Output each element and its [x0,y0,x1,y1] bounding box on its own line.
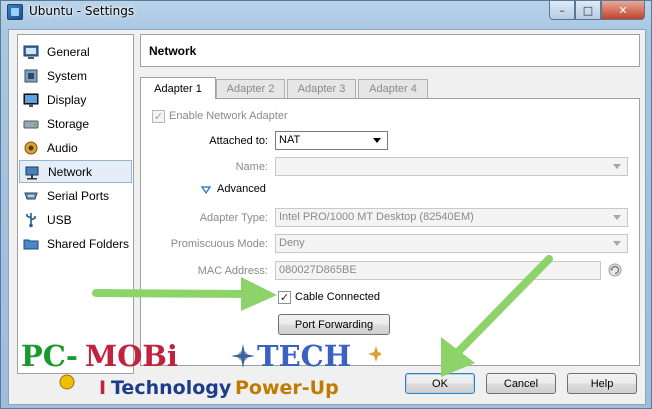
minimize-button[interactable]: – [549,1,575,20]
serial-ports-icon [23,188,39,204]
tab-adapter-3[interactable]: Adapter 3 [287,79,356,98]
sidebar-item-label: Serial Ports [47,188,110,203]
sidebar-item-label: Audio [47,140,78,155]
attached-to-label: Attached to: [209,135,268,147]
watermark-logo: PC- MOBi TECH I Technology Power-Up [21,336,384,406]
chevron-down-icon [613,241,621,246]
sidebar-item-label: Shared Folders [47,236,130,251]
sidebar-item-network[interactable]: Network [19,160,132,183]
svg-text:TECH: TECH [257,339,351,373]
tab-adapter-1[interactable]: Adapter 1 [140,77,216,99]
sidebar-item-shared-folders[interactable]: Shared Folders [19,232,132,255]
cable-connected-checkbox[interactable]: ✓ [278,291,291,304]
chevron-down-icon [373,138,381,143]
sidebar-item-label: Storage [47,116,90,131]
advanced-label: Advanced [217,183,266,195]
adapter-type-label: Adapter Type: [199,212,268,224]
title-bar[interactable]: Ubuntu - Settings – □ ✕ [1,1,651,23]
page-title: Network [149,44,197,58]
attached-to-select[interactable]: NAT [275,131,388,150]
sidebar-item-display[interactable]: Display [19,88,132,111]
watermark-logo-image: PC- MOBi TECH I Technology Power-Up [21,339,384,399]
svg-text:Technology: Technology [111,377,232,399]
mac-address-label: MAC Address: [197,265,268,277]
port-forwarding-button[interactable]: Port Forwarding [278,314,390,335]
help-button[interactable]: Help [567,373,637,394]
cancel-button[interactable]: Cancel [486,373,556,394]
sidebar-item-system[interactable]: System [19,64,132,87]
expand-triangle-icon [201,186,211,194]
chevron-down-icon [613,215,621,220]
attached-to-value: NAT [279,134,301,146]
svg-text:MOBi: MOBi [85,339,178,373]
network-icon [24,164,40,180]
sidebar-item-audio[interactable]: Audio [19,136,132,159]
sidebar-item-label: USB [47,212,72,227]
usb-icon [23,212,39,228]
tab-adapter-4[interactable]: Adapter 4 [358,79,428,98]
cable-connected-label: Cable Connected [295,291,381,303]
enable-adapter-label: Enable Network Adapter [169,110,288,122]
adapter-type-value: Intel PRO/1000 MT Desktop (82540EM) [279,211,474,223]
virtualbox-app-icon [7,4,23,20]
general-icon [23,44,39,60]
settings-window: Ubuntu - Settings – □ ✕ General System D… [0,0,652,409]
adapter-panel: ✓ Enable Network Adapter Attached to: NA… [140,98,640,366]
window-controls: – □ ✕ [549,1,645,20]
close-button[interactable]: ✕ [601,1,645,20]
promiscuous-mode-label: Promiscuous Mode: [170,238,268,250]
chevron-down-icon [613,164,621,169]
settings-sidebar: General System Display Storage Audio Net… [17,34,134,374]
sidebar-item-general[interactable]: General [19,40,132,63]
shared-folders-icon [23,236,39,252]
sidebar-item-label: Network [48,164,93,179]
advanced-toggle[interactable]: Advanced [201,182,281,198]
maximize-button[interactable]: □ [575,1,601,20]
adapter-type-select[interactable]: Intel PRO/1000 MT Desktop (82540EM) [275,208,628,227]
sidebar-item-storage[interactable]: Storage [19,112,132,135]
sidebar-item-serial-ports[interactable]: Serial Ports [19,184,132,207]
name-label: Name: [235,161,268,173]
svg-text:Power-Up: Power-Up [235,377,339,399]
system-icon [23,68,39,84]
mac-address-input[interactable]: 080027D865BE [275,261,601,280]
window-title: Ubuntu - Settings [29,4,135,18]
audio-icon [23,140,39,156]
enable-adapter-checkbox[interactable]: ✓ [152,110,165,123]
refresh-mac-button[interactable] [606,261,626,280]
svg-text:I: I [99,377,106,399]
refresh-icon [608,263,622,277]
storage-icon [23,116,39,132]
ok-button[interactable]: OK [405,373,475,394]
sidebar-item-usb[interactable]: USB [19,208,132,231]
promiscuous-mode-value: Deny [279,237,305,249]
page-header: Network [140,34,640,67]
tab-adapter-2[interactable]: Adapter 2 [216,79,285,98]
promiscuous-mode-select[interactable]: Deny [275,234,628,253]
sidebar-item-label: System [47,68,88,83]
sidebar-item-label: Display [47,92,87,107]
sidebar-item-label: General [47,44,90,59]
display-icon [23,92,39,108]
name-select[interactable] [275,157,628,176]
svg-text:PC-: PC- [21,339,78,373]
